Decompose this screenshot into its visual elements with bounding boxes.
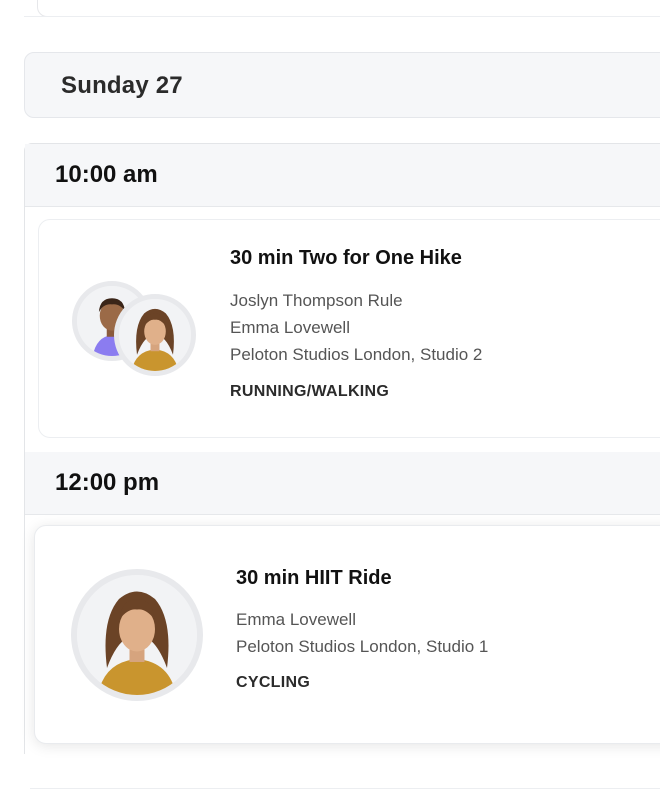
class-category: CYCLING <box>236 674 311 691</box>
divider <box>24 16 660 17</box>
class-title[interactable]: 30 min Two for One Hike <box>230 247 462 270</box>
instructor-name: Emma Lovewell <box>236 610 356 629</box>
day-title: Sunday 27 <box>61 72 183 99</box>
class-title[interactable]: 30 min HIIT Ride <box>236 567 392 590</box>
day-header: Sunday 27 <box>24 52 660 118</box>
divider <box>30 788 660 789</box>
instructor-avatar-emma <box>71 569 203 701</box>
previous-day-card <box>37 0 660 17</box>
class-card[interactable]: 30 min HIIT Ride Emma Lovewell Peloton S… <box>34 525 660 744</box>
instructor-avatar-emma <box>114 294 196 376</box>
instructor-name: Emma Lovewell <box>230 318 350 337</box>
class-card[interactable]: 30 min Two for One Hike Joslyn Thompson … <box>38 219 660 438</box>
time-header: 12:00 pm <box>25 452 660 515</box>
time-label: 10:00 am <box>55 161 158 188</box>
time-header: 10:00 am <box>25 144 660 207</box>
time-label: 12:00 pm <box>55 469 160 496</box>
class-location: Peloton Studios London, Studio 1 <box>236 637 489 656</box>
class-category: RUNNING/WALKING <box>230 383 390 400</box>
class-location: Peloton Studios London, Studio 2 <box>230 345 483 364</box>
instructor-name: Joslyn Thompson Rule <box>230 291 403 310</box>
schedule-panel: 10:00 am 30 min Two for One Hike Joslyn … <box>24 143 660 754</box>
